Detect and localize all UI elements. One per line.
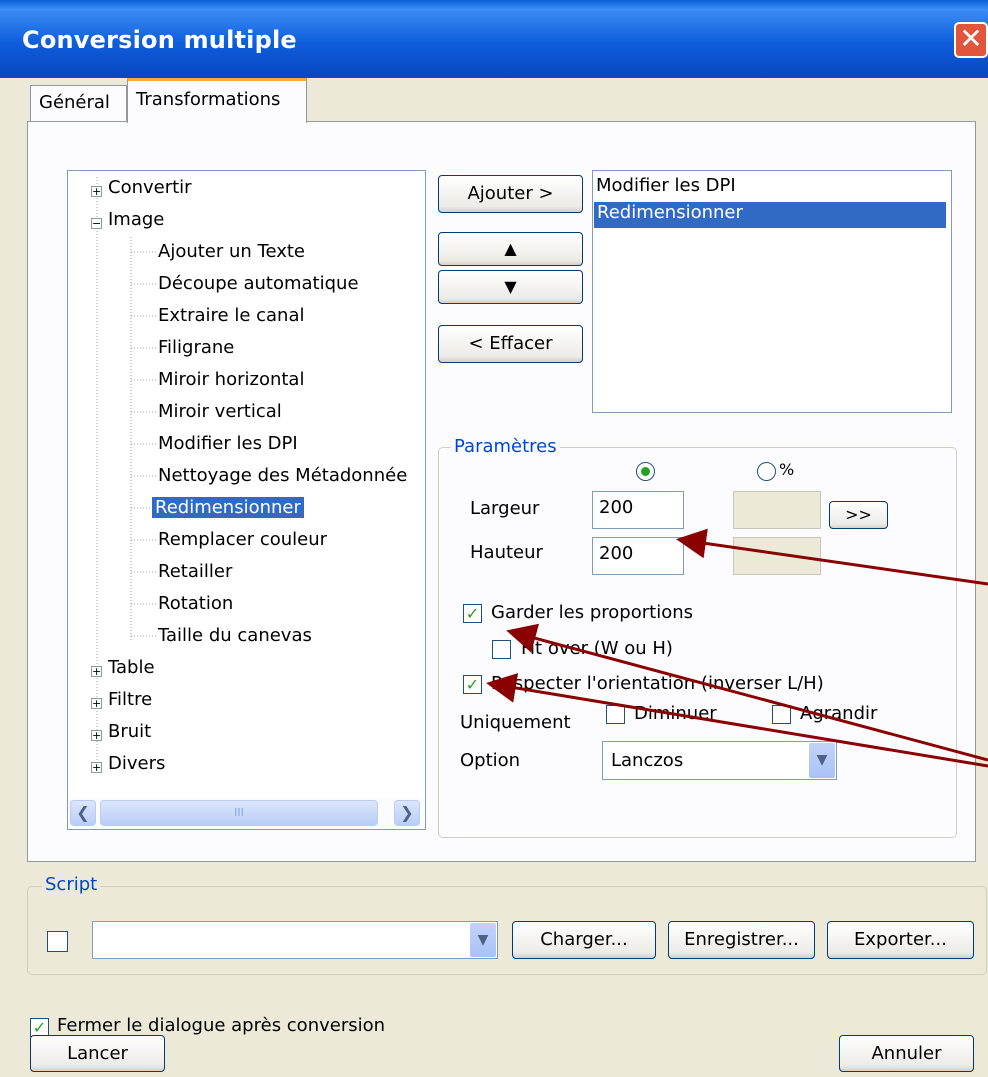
tab-transformations-label: Transformations — [136, 89, 281, 110]
tab-transformations[interactable]: Transformations — [127, 78, 307, 123]
annotation-arrows — [486, 528, 988, 768]
